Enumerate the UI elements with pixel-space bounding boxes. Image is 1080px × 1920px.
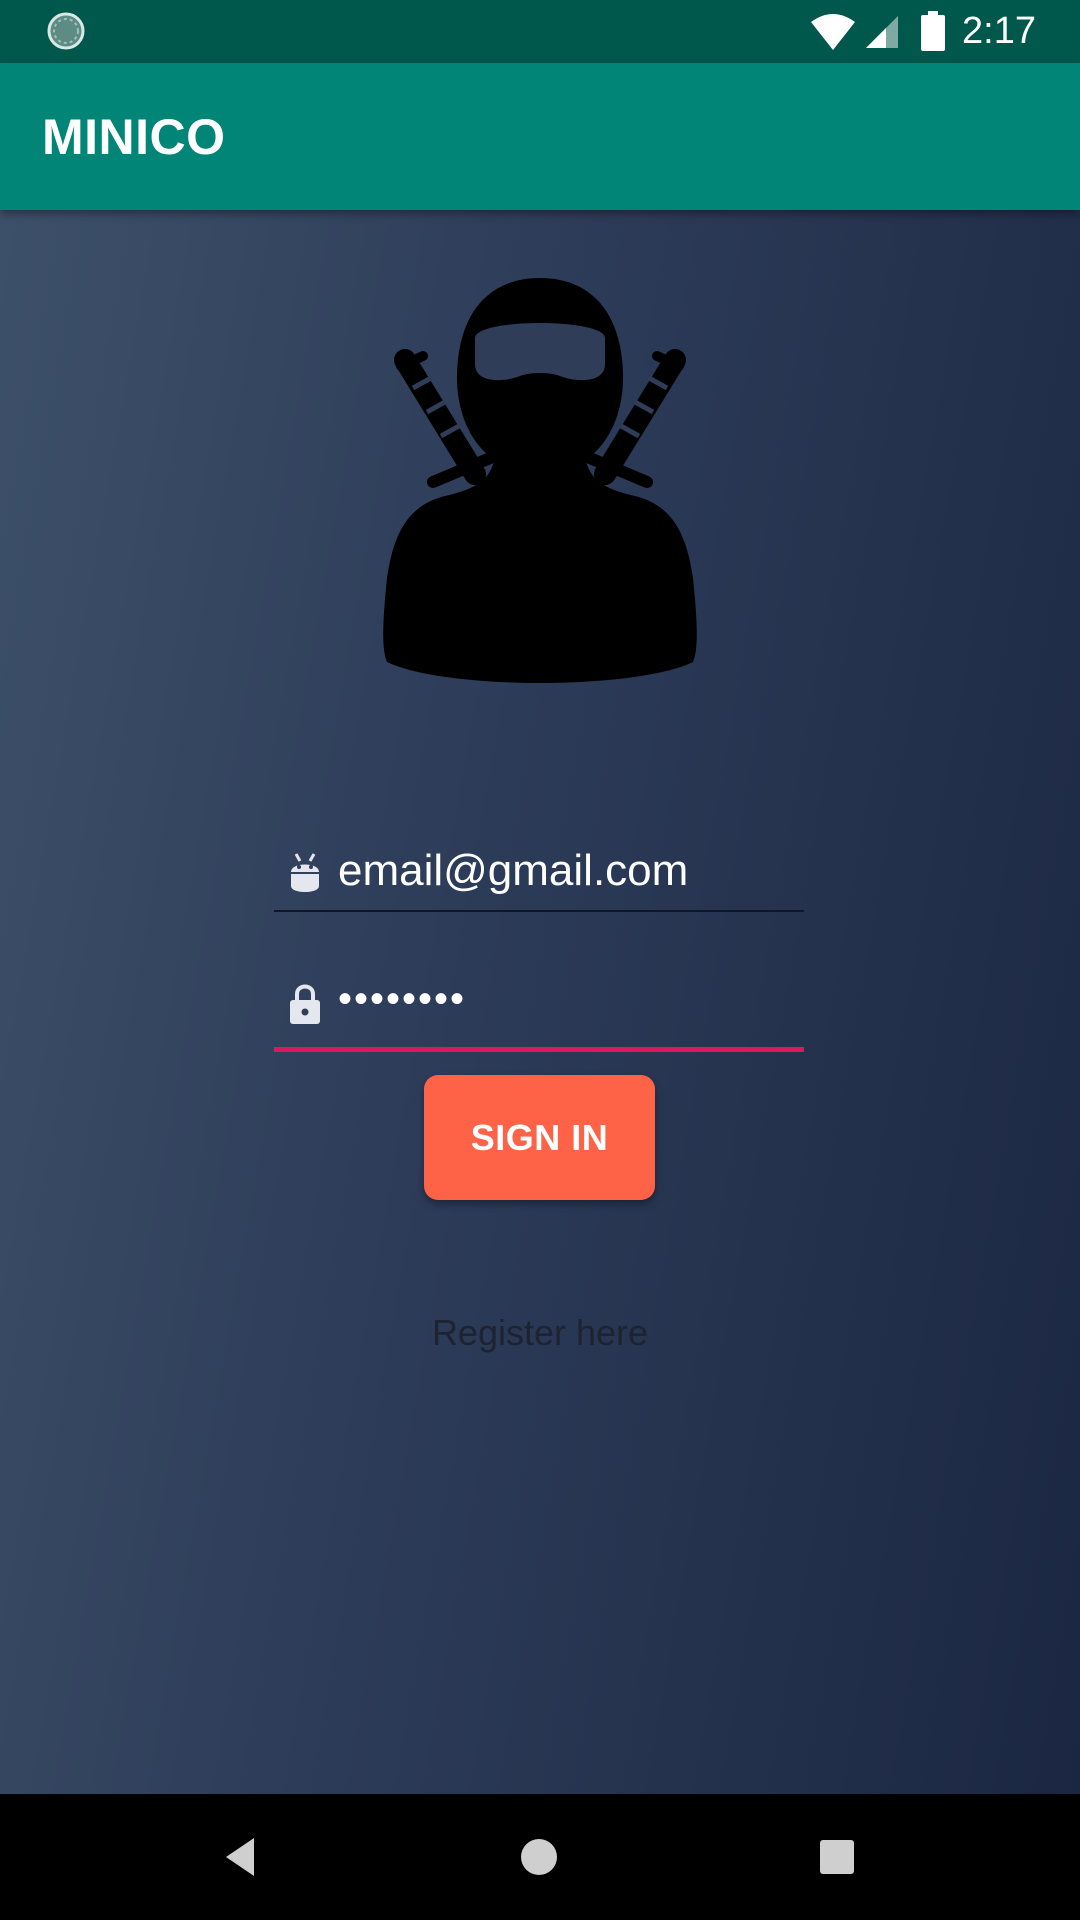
back-button[interactable] — [218, 1834, 264, 1880]
email-input[interactable]: email@gmail.com — [338, 846, 688, 896]
password-field[interactable]: •••••••• — [274, 962, 804, 1052]
password-input[interactable]: •••••••• — [338, 974, 466, 1024]
register-link[interactable]: Register here — [0, 1308, 1080, 1358]
home-button[interactable] — [516, 1834, 562, 1880]
signal-icon — [866, 16, 898, 48]
sync-icon — [47, 12, 85, 50]
status-bar: 2:17 — [0, 0, 1080, 63]
email-field[interactable]: email@gmail.com — [274, 832, 804, 912]
sign-in-button[interactable]: SIGN IN — [424, 1075, 655, 1200]
ninja-avatar-icon — [383, 278, 697, 683]
password-underline-focused — [274, 1047, 804, 1052]
app-title: MINICO — [42, 109, 226, 165]
login-screen: email@gmail.com •••••••• SIGN IN Registe… — [0, 210, 1080, 1794]
android-icon — [291, 853, 319, 892]
wifi-icon — [811, 14, 855, 50]
email-underline — [274, 910, 804, 912]
status-clock: 2:17 — [962, 10, 1036, 52]
lock-icon — [290, 984, 320, 1024]
recents-button[interactable] — [814, 1834, 860, 1880]
navigation-bar — [0, 1794, 1080, 1920]
app-bar: MINICO — [0, 63, 1080, 210]
battery-icon — [921, 11, 945, 51]
